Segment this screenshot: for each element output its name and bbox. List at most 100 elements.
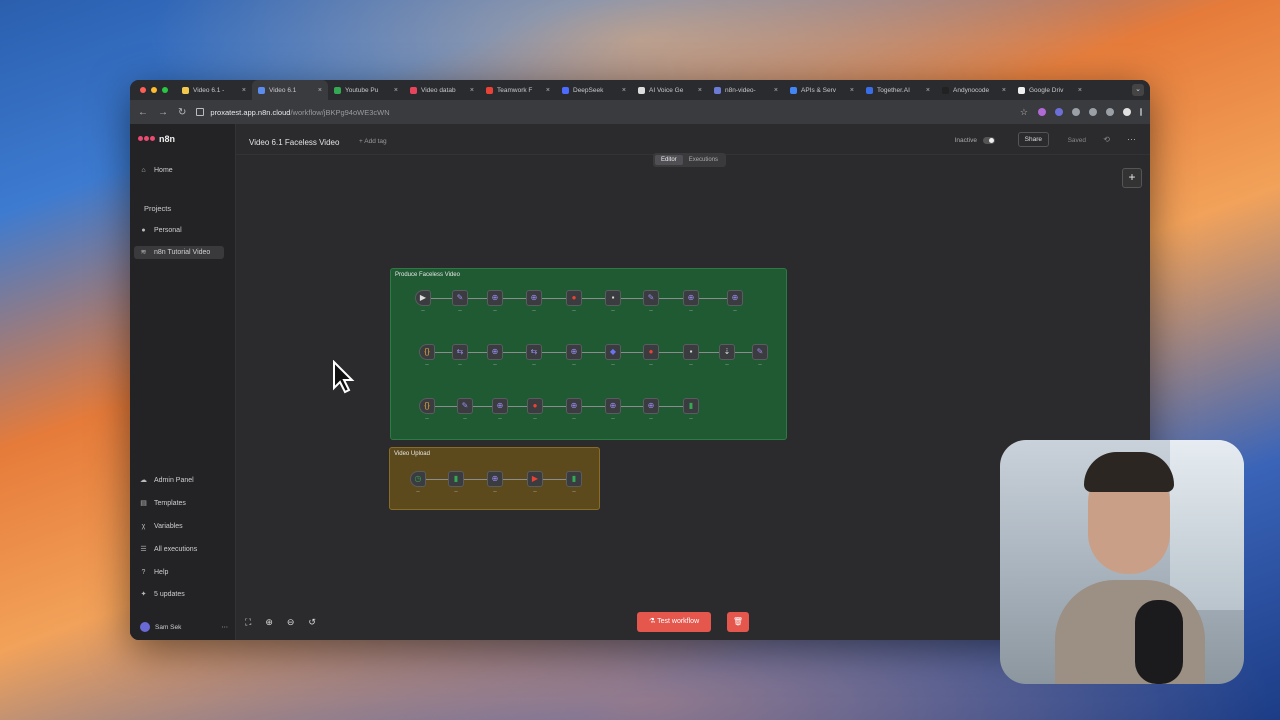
- user-menu[interactable]: Sam Sek ⋯: [140, 622, 228, 632]
- browser-tab[interactable]: AI Voice Ge ×: [632, 80, 708, 100]
- workflow-node[interactable]: ▮: [448, 471, 464, 487]
- workflow-node[interactable]: ✎: [452, 290, 468, 306]
- browser-tab[interactable]: Video 6.1 - ×: [176, 80, 252, 100]
- bookmark-star-icon[interactable]: ☆: [1020, 107, 1028, 118]
- extension-icon[interactable]: [1055, 108, 1063, 116]
- close-window-button[interactable]: [140, 87, 146, 93]
- workflow-node[interactable]: ⊕: [566, 398, 582, 414]
- workflow-node[interactable]: {}: [419, 398, 435, 414]
- reset-zoom-icon[interactable]: ↺: [308, 617, 316, 628]
- sidebar-item-executions[interactable]: ☰ All executions: [140, 546, 197, 553]
- add-tag-link[interactable]: + Add tag: [359, 138, 387, 145]
- close-tab-icon[interactable]: ×: [850, 87, 854, 94]
- close-tab-icon[interactable]: ×: [622, 87, 626, 94]
- reload-icon[interactable]: ↻: [178, 107, 186, 118]
- browser-tab[interactable]: APIs & Serv ×: [784, 80, 860, 100]
- browser-tab[interactable]: Andynocode ×: [936, 80, 1012, 100]
- workflow-node[interactable]: ⇣: [719, 344, 735, 360]
- close-tab-icon[interactable]: ×: [546, 87, 550, 94]
- workflow-title[interactable]: Video 6.1 Faceless Video: [249, 138, 339, 147]
- forward-arrow-icon[interactable]: →: [158, 107, 168, 118]
- workflow-node[interactable]: ✎: [752, 344, 768, 360]
- workflow-node[interactable]: ⊕: [487, 471, 503, 487]
- sidebar-item-updates[interactable]: ✦ 5 updates: [140, 591, 185, 598]
- sidebar-item-help[interactable]: ? Help: [140, 569, 169, 576]
- sidebar-item-personal[interactable]: ● Personal: [140, 227, 181, 234]
- workflow-node[interactable]: ▪: [605, 290, 621, 306]
- workflow-node[interactable]: ⇆: [452, 344, 468, 360]
- workflow-node[interactable]: ●: [643, 344, 659, 360]
- browser-tab[interactable]: Video datab ×: [404, 80, 480, 100]
- close-tab-icon[interactable]: ×: [1078, 87, 1082, 94]
- workflow-node[interactable]: ⊕: [487, 290, 503, 306]
- workflow-node[interactable]: ⇆: [526, 344, 542, 360]
- tab-search-chevron-icon[interactable]: ⌄: [1132, 84, 1144, 96]
- add-node-button[interactable]: +: [1122, 168, 1142, 188]
- url-field[interactable]: proxatest.app.n8n.cloud/workflow/jBKPg94…: [196, 108, 1010, 117]
- close-tab-icon[interactable]: ×: [318, 87, 322, 94]
- close-tab-icon[interactable]: ×: [774, 87, 778, 94]
- extensions-puzzle-icon[interactable]: [1072, 108, 1080, 116]
- workflow-node[interactable]: ◆: [605, 344, 621, 360]
- browser-tab[interactable]: Youtube Pu ×: [328, 80, 404, 100]
- workflow-node[interactable]: ⊕: [566, 344, 582, 360]
- workflow-node[interactable]: ▶: [415, 290, 431, 306]
- browser-tab[interactable]: n8n-video- ×: [708, 80, 784, 100]
- browser-tab[interactable]: Google Driv ×: [1012, 80, 1088, 100]
- workflow-node[interactable]: ▮: [566, 471, 582, 487]
- browser-tab[interactable]: Video 6.1 ×: [252, 80, 328, 100]
- workflow-node[interactable]: {}: [419, 344, 435, 360]
- zoom-out-icon[interactable]: ⊖: [287, 617, 295, 628]
- workflow-node[interactable]: ⊕: [492, 398, 508, 414]
- zoom-window-button[interactable]: [162, 87, 168, 93]
- workflow-node[interactable]: ✎: [643, 290, 659, 306]
- close-tab-icon[interactable]: ×: [242, 87, 246, 94]
- share-button[interactable]: Share: [1017, 132, 1049, 147]
- workflow-node[interactable]: ⊕: [727, 290, 743, 306]
- minimize-window-button[interactable]: [151, 87, 157, 93]
- workflow-node[interactable]: ⊕: [487, 344, 503, 360]
- workflow-node[interactable]: ⊕: [605, 398, 621, 414]
- workflow-node[interactable]: ▶: [527, 471, 543, 487]
- profile-avatar[interactable]: [1123, 108, 1131, 116]
- close-tab-icon[interactable]: ×: [470, 87, 474, 94]
- sidebar-item-home[interactable]: ⌂ Home: [140, 167, 172, 174]
- sidebar-item-project[interactable]: ≋ n8n Tutorial Video: [134, 246, 224, 259]
- sidebar-item-templates[interactable]: ▤ Templates: [140, 500, 186, 507]
- reading-list-icon[interactable]: [1089, 108, 1097, 116]
- active-toggle[interactable]: [983, 137, 995, 144]
- tab-editor[interactable]: Editor: [655, 155, 683, 165]
- tab-executions[interactable]: Executions: [683, 155, 724, 165]
- close-tab-icon[interactable]: ×: [698, 87, 702, 94]
- workflow-node[interactable]: ●: [527, 398, 543, 414]
- close-tab-icon[interactable]: ×: [926, 87, 930, 94]
- zoom-in-icon[interactable]: ⊕: [265, 617, 273, 628]
- workflow-node[interactable]: ◷: [410, 471, 426, 487]
- workflow-node[interactable]: ✎: [457, 398, 473, 414]
- sidebar-item-admin[interactable]: ☁ Admin Panel: [140, 477, 194, 484]
- close-tab-icon[interactable]: ×: [394, 87, 398, 94]
- workflow-node[interactable]: ▪: [683, 344, 699, 360]
- browser-menu-icon[interactable]: [1140, 108, 1142, 116]
- close-tab-icon[interactable]: ×: [1002, 87, 1006, 94]
- trash-icon[interactable]: 🗑: [727, 612, 749, 632]
- extension-icon[interactable]: [1038, 108, 1046, 116]
- workflow-node[interactable]: ●: [566, 290, 582, 306]
- sidebar-item-variables[interactable]: χ Variables: [140, 523, 183, 530]
- browser-tab[interactable]: DeepSeek ×: [556, 80, 632, 100]
- workflow-node[interactable]: ▮: [683, 398, 699, 414]
- more-dots-icon[interactable]: ⋯: [222, 623, 229, 631]
- site-info-icon[interactable]: [196, 108, 205, 116]
- browser-tab[interactable]: Teamwork F ×: [480, 80, 556, 100]
- fit-view-icon[interactable]: ⛶: [245, 617, 251, 628]
- test-workflow-button[interactable]: ⚗ Test workflow: [637, 612, 712, 632]
- browser-tab[interactable]: Together.AI ×: [860, 80, 936, 100]
- download-icon[interactable]: [1106, 108, 1114, 116]
- workflow-node[interactable]: ⊕: [643, 398, 659, 414]
- back-arrow-icon[interactable]: ←: [138, 107, 148, 118]
- workflow-node[interactable]: ⊕: [683, 290, 699, 306]
- more-options-icon[interactable]: ⋯: [1127, 134, 1136, 145]
- workflow-node[interactable]: ⊕: [526, 290, 542, 306]
- history-icon[interactable]: ⟲: [1103, 135, 1110, 144]
- n8n-logo[interactable]: n8n: [138, 134, 175, 144]
